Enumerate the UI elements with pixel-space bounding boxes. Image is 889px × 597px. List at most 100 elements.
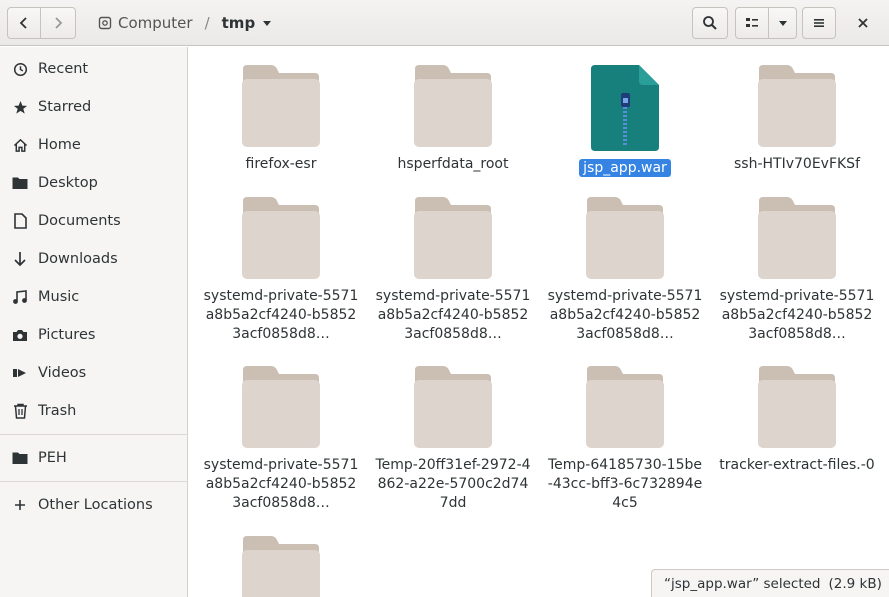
file-name: Temp-64185730-15be-43cc-bff3-6c732894e4c… xyxy=(547,457,703,511)
file-name: systemd-private-5571a8b5a2cf4240-b58523a… xyxy=(547,288,703,342)
file-name: systemd-private-5571a8b5a2cf4240-b58523a… xyxy=(203,457,359,511)
home-icon xyxy=(12,137,28,153)
file-name-selected: jsp_app.war xyxy=(547,159,703,178)
close-button[interactable] xyxy=(852,12,874,34)
forward-button[interactable] xyxy=(40,7,76,39)
file-item-tracker-extract[interactable]: tracker-extract-files.-0 xyxy=(717,366,877,475)
archive-icon xyxy=(591,65,659,151)
close-icon xyxy=(858,18,868,28)
sidebar-item-label: Home xyxy=(38,137,81,153)
file-name: systemd-private-5571a8b5a2cf4240-b58523a… xyxy=(203,288,359,342)
file-item-firefox-esr[interactable]: firefox-esr xyxy=(201,65,361,174)
chevron-down-icon xyxy=(778,21,787,26)
sidebar-item-label: Videos xyxy=(38,365,87,381)
sidebar-item-label: Starred xyxy=(38,99,92,115)
chevron-down-icon xyxy=(263,21,272,26)
file-item-folder[interactable] xyxy=(201,536,361,597)
file-item-systemd-private[interactable]: systemd-private-5571a8b5a2cf4240-b58523a… xyxy=(545,197,705,344)
folder-icon xyxy=(12,175,28,191)
sidebar-item-label: Desktop xyxy=(38,175,98,191)
chevron-right-icon xyxy=(55,17,63,29)
file-item-systemd-private[interactable]: systemd-private-5571a8b5a2cf4240-b58523a… xyxy=(201,197,361,344)
file-item-hsperfdata-root[interactable]: hsperfdata_root xyxy=(373,65,533,174)
folder-icon xyxy=(414,197,492,279)
sidebar-item-documents[interactable]: Documents xyxy=(0,203,188,239)
sidebar: Recent Starred Home Desktop Documents Do… xyxy=(0,47,188,597)
sidebar-item-home[interactable]: Home xyxy=(0,127,188,163)
sidebar-item-label: Downloads xyxy=(38,251,118,267)
file-item-temp-20ff31ef[interactable]: Temp-20ff31ef-2972-4862-a22e-5700c2d747d… xyxy=(373,366,533,513)
folder-icon xyxy=(242,366,320,448)
breadcrumb-computer[interactable]: Computer xyxy=(90,7,201,39)
sidebar-item-peh[interactable]: PEH xyxy=(0,440,188,476)
view-options-button[interactable] xyxy=(768,7,797,39)
clock-icon xyxy=(12,61,28,77)
file-item-systemd-private[interactable]: systemd-private-5571a8b5a2cf4240-b58523a… xyxy=(201,366,361,513)
folder-icon xyxy=(414,65,492,147)
file-name: systemd-private-5571a8b5a2cf4240-b58523a… xyxy=(375,288,531,342)
file-item-systemd-private[interactable]: systemd-private-5571a8b5a2cf4240-b58523a… xyxy=(373,197,533,344)
trash-icon xyxy=(12,403,28,419)
sidebar-item-starred[interactable]: Starred xyxy=(0,89,188,125)
back-button[interactable] xyxy=(7,7,41,39)
sidebar-item-label: Trash xyxy=(38,403,77,419)
sidebar-item-pictures[interactable]: Pictures xyxy=(0,317,188,353)
folder-icon xyxy=(758,366,836,448)
file-item-ssh[interactable]: ssh-HTIv70EvFKSf xyxy=(717,65,877,174)
folder-icon xyxy=(758,65,836,147)
file-name: hsperfdata_root xyxy=(397,156,509,172)
camera-icon xyxy=(12,327,28,343)
folder-icon xyxy=(586,197,664,279)
video-icon xyxy=(12,365,28,381)
file-name: tracker-extract-files.-0 xyxy=(719,457,875,473)
breadcrumb-label: Computer xyxy=(118,14,193,32)
hamburger-icon xyxy=(814,19,824,27)
sidebar-divider xyxy=(0,434,188,435)
view-toggle-button[interactable] xyxy=(735,7,769,39)
file-item-temp-64185730[interactable]: Temp-64185730-15be-43cc-bff3-6c732894e4c… xyxy=(545,366,705,513)
sidebar-item-label: Documents xyxy=(38,213,121,229)
sidebar-item-trash[interactable]: Trash xyxy=(0,393,188,429)
sidebar-item-music[interactable]: Music xyxy=(0,279,188,315)
sidebar-item-label: Recent xyxy=(38,61,89,77)
star-icon xyxy=(12,99,28,115)
file-name: firefox-esr xyxy=(245,156,317,172)
sidebar-item-recent[interactable]: Recent xyxy=(0,51,188,87)
file-item-jsp-app-war[interactable]: jsp_app.war xyxy=(545,65,705,178)
folder-icon xyxy=(12,450,28,466)
sidebar-item-desktop[interactable]: Desktop xyxy=(0,165,188,201)
download-arrow-icon xyxy=(12,251,28,267)
breadcrumb-separator: / xyxy=(204,14,210,32)
sidebar-item-label: Music xyxy=(38,289,80,305)
folder-icon xyxy=(242,536,320,597)
search-icon xyxy=(703,16,717,30)
folder-icon xyxy=(242,197,320,279)
sidebar-divider xyxy=(0,481,188,482)
sidebar-item-label: Pictures xyxy=(38,327,96,343)
folder-icon xyxy=(242,65,320,147)
sidebar-item-label: PEH xyxy=(38,450,67,466)
list-view-icon xyxy=(746,18,758,27)
file-item-systemd-private[interactable]: systemd-private-5571a8b5a2cf4240-b58523a… xyxy=(717,197,877,344)
breadcrumb-label: tmp xyxy=(221,14,256,32)
folder-icon xyxy=(758,197,836,279)
breadcrumb-tmp[interactable]: tmp xyxy=(214,7,282,39)
file-name: systemd-private-5571a8b5a2cf4240-b58523a… xyxy=(719,288,875,342)
file-name: Temp-20ff31ef-2972-4862-a22e-5700c2d747d… xyxy=(375,457,531,511)
sidebar-item-label: Other Locations xyxy=(38,497,153,513)
file-name: jsp_app.war xyxy=(579,159,671,177)
folder-icon xyxy=(414,366,492,448)
file-name: ssh-HTIv70EvFKSf xyxy=(734,156,860,172)
menu-button[interactable] xyxy=(802,7,836,39)
search-button[interactable] xyxy=(692,7,728,39)
status-selection-text: “jsp_app.war” selected xyxy=(664,575,821,592)
document-icon xyxy=(12,213,28,229)
sidebar-item-other-locations[interactable]: Other Locations xyxy=(0,487,188,523)
status-size-text: (2.9 kB) xyxy=(828,575,882,592)
plus-icon xyxy=(12,497,28,513)
sidebar-item-downloads[interactable]: Downloads xyxy=(0,241,188,277)
selection-status: “jsp_app.war” selected (2.9 kB) xyxy=(651,569,889,597)
breadcrumb: Computer / tmp xyxy=(90,7,281,39)
header-bar: Computer / tmp xyxy=(0,0,889,46)
sidebar-item-videos[interactable]: Videos xyxy=(0,355,188,391)
